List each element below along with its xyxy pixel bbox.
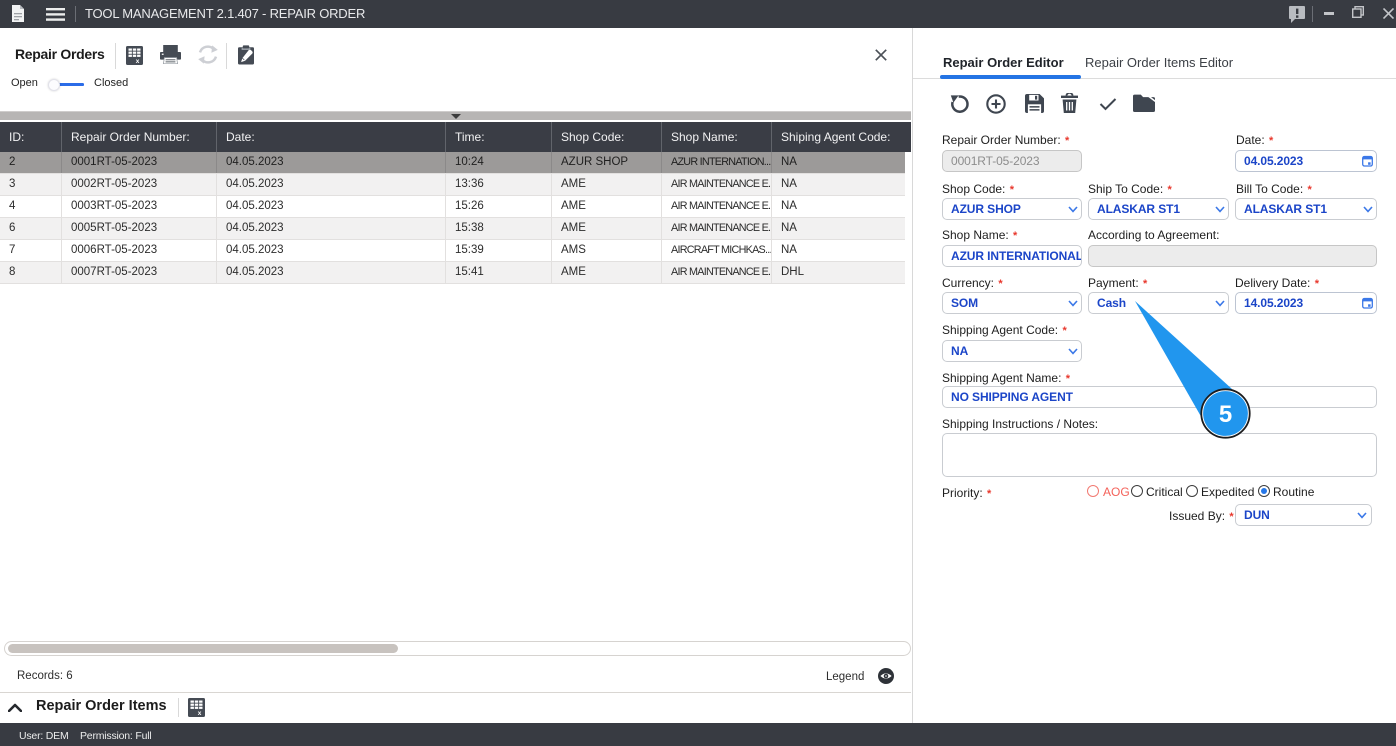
svg-text:5: 5 — [1219, 401, 1232, 428]
svg-text:x: x — [136, 58, 140, 65]
svg-text:x: x — [198, 710, 202, 717]
